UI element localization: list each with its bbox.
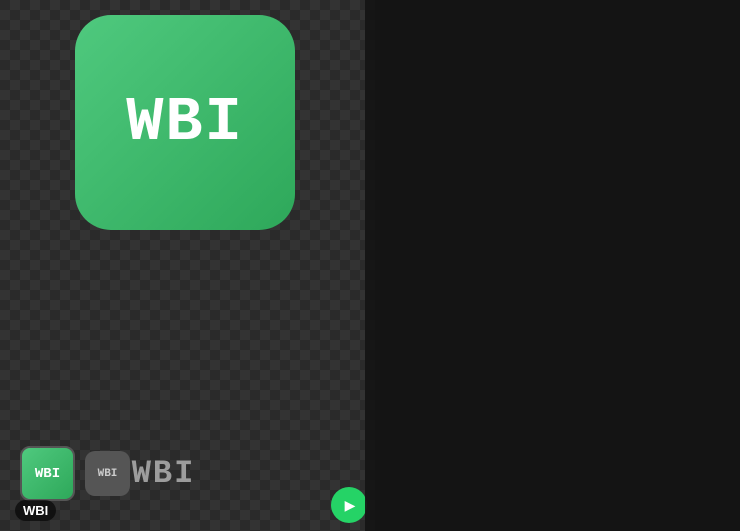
sticker-row: WBI WBI W B I bbox=[20, 446, 185, 501]
play-button[interactable]: ▶ bbox=[331, 487, 367, 523]
play-icon: ▶ bbox=[345, 497, 356, 514]
sticker-thumb-2[interactable]: WBI bbox=[85, 451, 130, 496]
main-wbi-icon: WBI bbox=[75, 15, 295, 230]
main-sticker: WBI bbox=[75, 15, 295, 245]
wbi-split-letters: W B I bbox=[132, 455, 194, 492]
main-wbi-text: WBI bbox=[126, 87, 244, 158]
right-panel: ✕ WBI WhatsApp Sticker Maker Add to Favo… bbox=[365, 0, 740, 531]
sticker-thumb-1[interactable]: WBI bbox=[20, 446, 75, 501]
sticker-thumb-3[interactable]: W B I bbox=[140, 446, 185, 501]
wbi-tag: WBI bbox=[15, 500, 56, 521]
left-panel: WBI WBI WBI W B I WBI ▶ bbox=[0, 0, 375, 531]
